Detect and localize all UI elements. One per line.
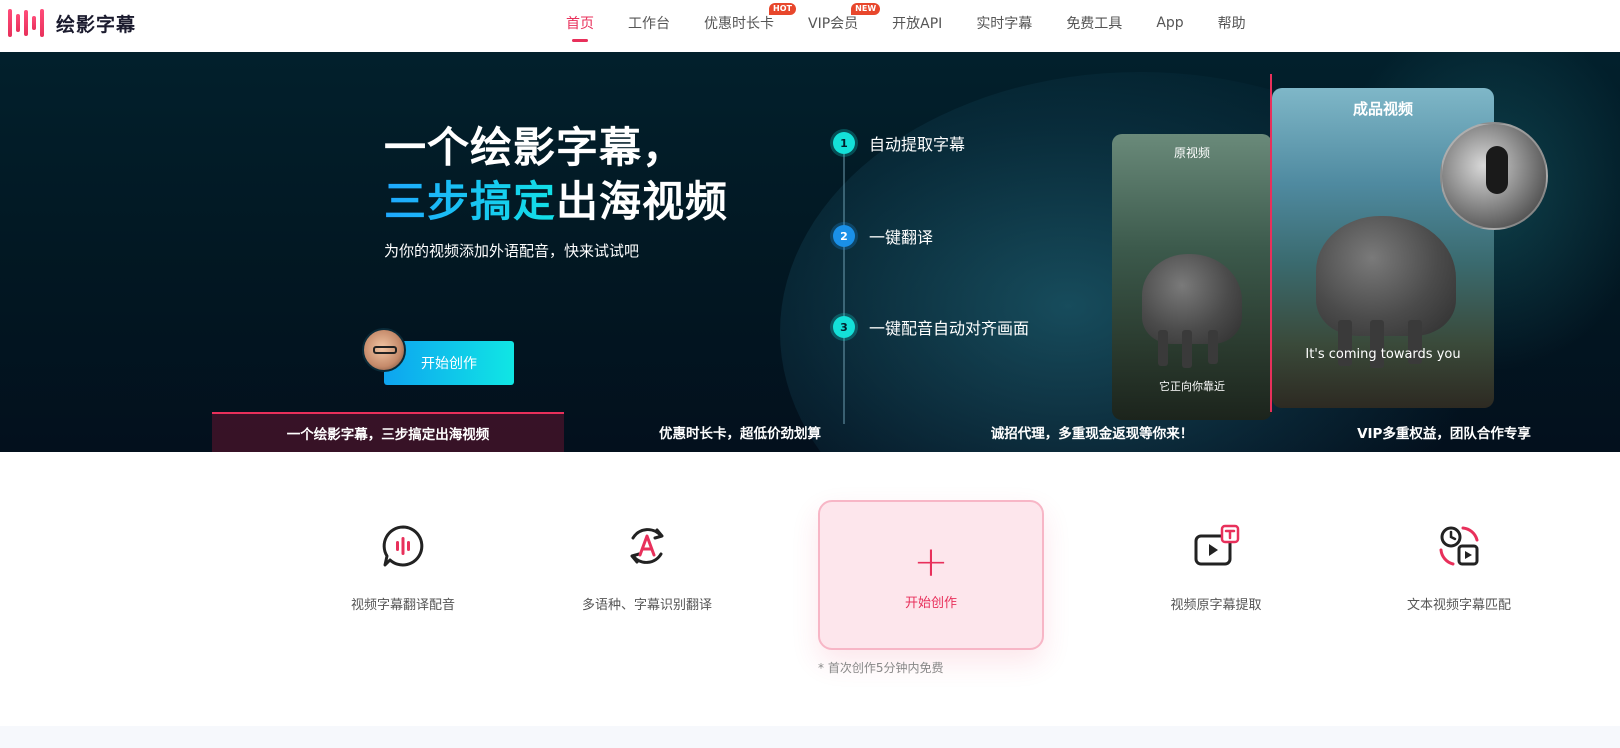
brand-name: 绘影字幕 <box>56 13 137 36</box>
top-nav: 绘影字幕 首页 工作台 优惠时长卡 HOT VIP会员 NEW 开放API 实时字幕… <box>0 0 1620 52</box>
hero-title-line1: 一个绘影字幕， <box>384 123 686 172</box>
final-video-title: 成品视频 <box>1352 100 1413 118</box>
avatar <box>362 328 406 372</box>
feature-label: 文本视频字幕匹配 <box>1406 598 1511 613</box>
nav-item-open-api[interactable]: 开放API <box>892 0 942 46</box>
elephant-image <box>1316 216 1456 336</box>
feature-text-video-match[interactable]: 文本视频字幕匹配 <box>1359 524 1559 613</box>
step-number: 3 <box>833 316 855 338</box>
nav-item-discount-card[interactable]: 优惠时长卡 HOT <box>704 0 796 46</box>
letter-a-rotate-icon <box>630 528 664 564</box>
hero-title-rest: 出海视频 <box>556 177 729 226</box>
elephant-leg <box>1208 330 1218 364</box>
video-text-icon <box>1194 524 1240 566</box>
nav-item-label: 开放API <box>892 16 943 32</box>
free-note: * 首次创作5分钟内免费 <box>818 661 944 675</box>
plus-icon: + <box>913 537 949 586</box>
step-number: 2 <box>833 225 855 247</box>
waveform-logo-icon <box>8 8 44 38</box>
logo[interactable]: 绘影字幕 <box>8 6 136 40</box>
nav-item-free-tools[interactable]: 免费工具 <box>1066 0 1122 46</box>
speech-bubble-waveform-icon <box>382 525 424 567</box>
nav-item-label: 实时字幕 <box>976 16 1033 32</box>
original-video-card: 原视频 它正向你靠近 <box>1112 134 1272 420</box>
nav-item-live-subtitles[interactable]: 实时字幕 <box>976 0 1032 46</box>
nav-item-workbench[interactable]: 工作台 <box>628 0 670 46</box>
banner-tab-1[interactable]: 一个绘影字幕，三步搞定出海视频 <box>212 412 564 452</box>
nav-item-home[interactable]: 首页 <box>566 0 594 46</box>
nav-item-label: VIP会员 <box>808 16 859 32</box>
glasses-icon <box>373 346 397 354</box>
nav-item-label: App <box>1156 15 1184 31</box>
banner-tab-3[interactable]: 诚招代理，多重现金返现等你来！ <box>916 412 1268 452</box>
original-video-title: 原视频 <box>1173 146 1210 160</box>
nav-item-label: 优惠时长卡 <box>704 16 774 32</box>
nav-menu: 首页 工作台 优惠时长卡 HOT VIP会员 NEW 开放API 实时字幕 免费工具… <box>566 0 1280 46</box>
nav-item-label: 首页 <box>566 16 594 32</box>
feature-original-subtitle-extract[interactable]: 视频原字幕提取 <box>1116 524 1316 613</box>
hot-badge: HOT <box>769 3 796 15</box>
elephant-image <box>1142 254 1242 344</box>
feature-multilingual-recognition[interactable]: 多语种、字幕识别翻译 <box>547 524 747 613</box>
step-label: 一键翻译 <box>869 228 934 247</box>
next-section-edge <box>0 726 1620 748</box>
clock-video-sync-icon <box>1439 526 1479 566</box>
create-card[interactable]: + 开始创作 <box>818 500 1044 650</box>
feature-label: 视频原字幕提取 <box>1170 598 1262 613</box>
step-label: 自动提取字幕 <box>869 135 966 154</box>
hero-banner: 一个绘影字幕， 三步搞定出海视频 为你的视频添加外语配音，快来试试吧 开始创作 … <box>0 52 1620 452</box>
step-1: 1 自动提取字幕 <box>833 131 965 155</box>
hero-subtitle: 为你的视频添加外语配音，快来试试吧 <box>384 242 640 260</box>
hero-title-line2: 三步搞定出海视频 <box>384 168 728 229</box>
hero-title-highlight: 三步搞定 <box>384 177 557 226</box>
nav-item-help[interactable]: 帮助 <box>1218 0 1246 46</box>
create-label: 开始创作 <box>904 596 957 611</box>
original-video-caption: 它正向你靠近 <box>1159 380 1225 393</box>
elephant-leg <box>1158 330 1168 366</box>
banner-tab-4[interactable]: VIP多重权益，团队合作专享 <box>1268 412 1620 452</box>
step-label: 一键配音自动对齐画面 <box>869 319 1030 338</box>
feature-label: 多语种、字幕识别翻译 <box>581 598 712 613</box>
new-badge: NEW <box>851 3 881 15</box>
feature-label: 视频字幕翻译配音 <box>350 598 455 613</box>
nav-item-label: 免费工具 <box>1066 16 1123 32</box>
microphone-image <box>1440 122 1548 230</box>
nav-item-vip[interactable]: VIP会员 NEW <box>808 0 881 46</box>
step-number: 1 <box>833 132 855 154</box>
banner-tab-2[interactable]: 优惠时长卡，超低价劲划算 <box>564 412 916 452</box>
final-video-caption: It's coming towards you <box>1305 347 1461 362</box>
nav-item-label: 帮助 <box>1217 16 1246 32</box>
microphone-icon <box>1486 146 1508 194</box>
nav-item-label: 工作台 <box>628 16 670 32</box>
step-3: 3 一键配音自动对齐画面 <box>833 315 1029 339</box>
elephant-leg <box>1182 330 1192 368</box>
step-2: 2 一键翻译 <box>833 224 933 248</box>
nav-item-app[interactable]: App <box>1156 0 1183 46</box>
banner-tabs: 一个绘影字幕，三步搞定出海视频 优惠时长卡，超低价劲划算 诚招代理，多重现金返现… <box>212 412 1620 452</box>
steps-connector <box>843 154 845 424</box>
feature-subtitle-translate-dub[interactable]: 视频字幕翻译配音 <box>303 524 503 613</box>
